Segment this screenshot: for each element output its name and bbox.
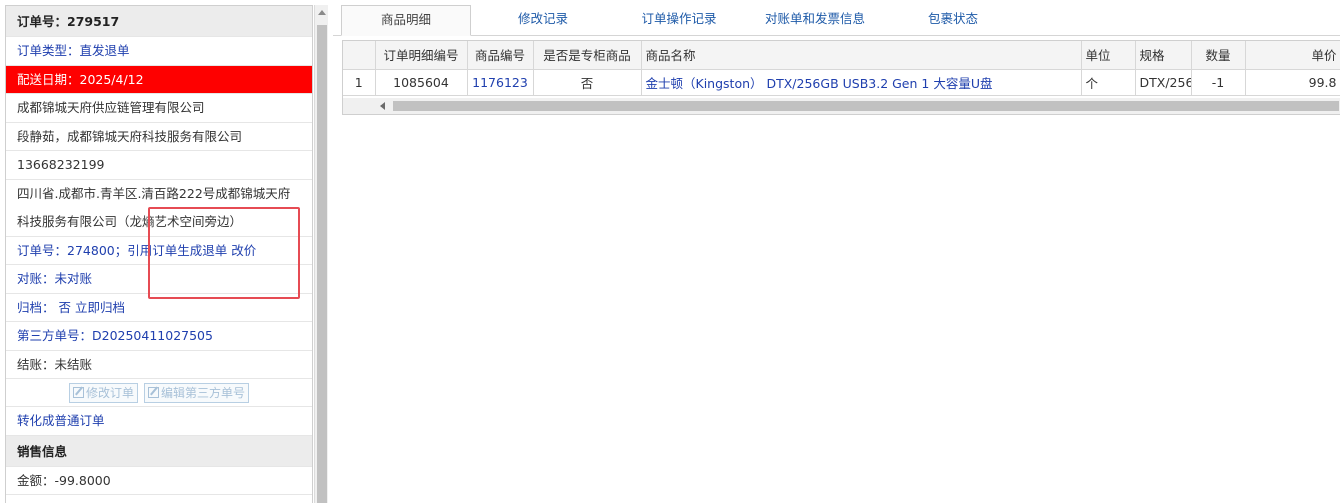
phone-number: 13668232199	[6, 151, 312, 180]
counter-cell: 否	[533, 69, 642, 96]
tab-product-details[interactable]: 商品明细	[341, 5, 471, 36]
col-spec[interactable]: 规格	[1135, 41, 1192, 70]
scroll-left-arrow-icon[interactable]	[380, 102, 385, 110]
reference-order-sep: ；	[114, 242, 128, 258]
supplier-name: 成都锦城天府供应链管理有限公司	[6, 94, 312, 123]
row-index: 1	[343, 69, 376, 96]
col-product-name[interactable]: 商品名称	[641, 41, 1082, 70]
col-unit[interactable]: 单位	[1081, 41, 1136, 70]
product-name-link[interactable]: 金士顿（Kingston） DTX/256GB USB3.2 Gen 1 大容量…	[641, 69, 1082, 96]
reconcile-status: 对账：未对账	[6, 265, 312, 294]
contact-info: 段静茹，成都锦城天府科技服务有限公司	[6, 123, 312, 151]
unit-cell: 个	[1081, 69, 1136, 96]
reference-order-link[interactable]: 274800	[67, 243, 115, 258]
action-buttons-row: 修改订单 编辑第三方单号	[6, 379, 312, 407]
order-number-header: 订单号：279517	[6, 6, 312, 37]
grid-horizontal-scrollbar[interactable]	[343, 98, 1340, 114]
archive-row: 归档： 否 立即归档	[6, 294, 312, 322]
tab-bar: 商品明细 修改记录 订单操作记录 对账单和发票信息 包裹状态	[333, 0, 1340, 36]
product-detail-grid: 订单明细编号 商品编号 是否是专柜商品 商品名称 单位 规格 数量 单价 1 1…	[342, 40, 1340, 115]
delivery-date: 配送日期：2025/4/12	[6, 65, 312, 94]
reference-order-label: 订单号：	[17, 242, 68, 258]
col-unit-price[interactable]: 单价	[1245, 41, 1340, 70]
edit-order-label: 修改订单	[85, 385, 134, 400]
col-product-no[interactable]: 商品编号	[467, 41, 534, 70]
spec-cell: DTX/256	[1135, 69, 1192, 96]
grid-header-row: 订单明细编号 商品编号 是否是专柜商品 商品名称 单位 规格 数量 单价	[343, 41, 1340, 70]
scrollbar-thumb[interactable]	[393, 101, 1339, 111]
address-line-1: 四川省.成都市.青羊区.清百路222号成都锦城天府	[17, 185, 291, 201]
col-counter[interactable]: 是否是专柜商品	[533, 41, 642, 70]
detail-area: 商品明细 修改记录 订单操作记录 对账单和发票信息 包裹状态 订单明细编号 商品…	[333, 0, 1340, 503]
edit-icon	[72, 386, 84, 398]
detail-no-cell: 1085604	[375, 69, 468, 96]
generate-return-link[interactable]: 引用订单生成退单 改价	[127, 243, 256, 258]
edit-third-party-button[interactable]: 编辑第三方单号	[143, 382, 249, 403]
third-party-order-no: 第三方单号：D20250411027505	[6, 322, 312, 351]
tab-order-operation-log[interactable]: 订单操作记录	[613, 5, 745, 36]
tab-statement-invoice[interactable]: 对账单和发票信息	[747, 5, 883, 36]
col-index	[343, 41, 376, 70]
col-detail-no[interactable]: 订单明细编号	[375, 41, 468, 70]
order-info-panel: 订单号：279517 订单类型：直发退单 配送日期：2025/4/12 成都锦城…	[5, 5, 313, 503]
edit-order-button[interactable]: 修改订单	[68, 382, 138, 403]
edit-icon	[147, 386, 159, 398]
order-type: 订单类型：直发退单	[6, 37, 312, 66]
address-line-2: 科技服务有限公司（龙熵艺术空间旁边）	[6, 208, 312, 237]
amount: 金额：-99.8000	[6, 467, 312, 495]
archive-label: 归档：	[17, 299, 55, 315]
settlement-status: 结账：未结账	[6, 351, 312, 379]
tab-package-status[interactable]: 包裹状态	[893, 5, 1013, 36]
scrollbar-thumb[interactable]	[317, 25, 327, 503]
col-quantity[interactable]: 数量	[1191, 41, 1246, 70]
archive-now-link[interactable]: 立即归档	[75, 300, 125, 315]
reference-order-row: 订单号：274800；引用订单生成退单 改价	[6, 237, 312, 265]
archive-value: 否	[58, 299, 72, 315]
quantity-cell: -1	[1191, 69, 1246, 96]
order-detail-page: 订单号：279517 订单类型：直发退单 配送日期：2025/4/12 成都锦城…	[0, 0, 1340, 503]
left-panel-scrollbar[interactable]	[314, 5, 328, 503]
table-row[interactable]: 1 1085604 1176123 否 金士顿（Kingston） DTX/25…	[343, 69, 1340, 96]
convert-to-normal-link[interactable]: 转化成普通订单	[6, 407, 312, 436]
tab-modification-log[interactable]: 修改记录	[483, 5, 603, 36]
price-cell: 99.8	[1245, 69, 1340, 96]
sales-info-header: 销售信息	[6, 435, 312, 467]
edit-third-party-label: 编辑第三方单号	[160, 385, 245, 400]
product-no-link[interactable]: 1176123	[467, 69, 534, 96]
scroll-up-arrow-icon[interactable]	[318, 10, 326, 15]
